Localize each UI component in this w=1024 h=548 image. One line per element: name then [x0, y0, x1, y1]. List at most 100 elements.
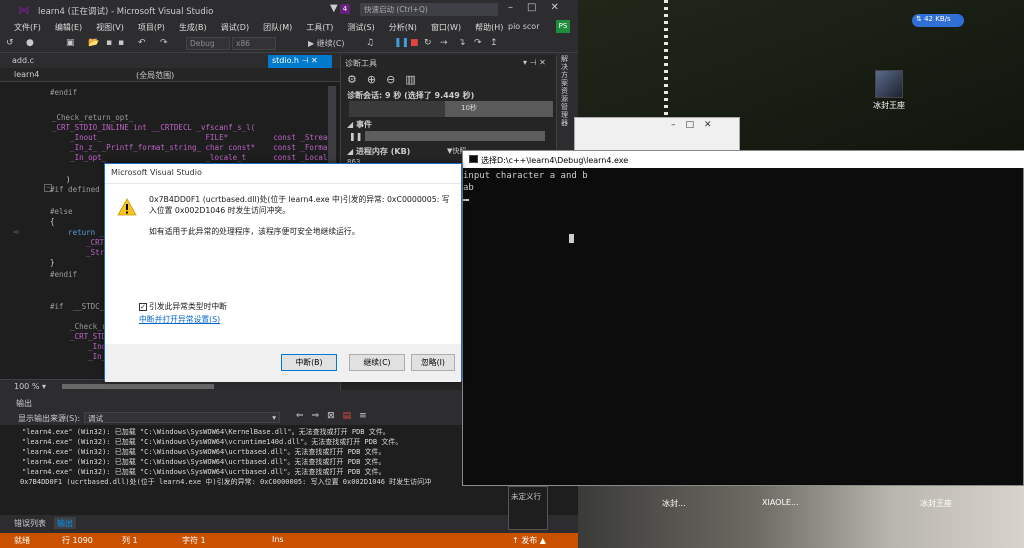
restart-icon[interactable]: ↻: [424, 38, 432, 48]
output-line: 0x7B4DD0F1 (ucrtbased.dll)处(位于 learn4.ex…: [20, 478, 432, 486]
menu-edit[interactable]: 编辑(E): [55, 20, 82, 35]
memory-label: 进程内存 (KB): [355, 147, 411, 156]
open-exception-settings-link[interactable]: 中断并打开异常设置(S): [139, 314, 220, 325]
chart-icon[interactable]: ▥: [405, 73, 425, 86]
tab-error-list[interactable]: 错误列表: [14, 518, 46, 529]
menu-window[interactable]: 窗口(W): [431, 20, 461, 35]
forward-icon[interactable]: ●: [26, 38, 34, 48]
pause-icon[interactable]: ❚❚: [394, 38, 409, 48]
output-source-dropdown[interactable]: 调试 ▾: [84, 412, 280, 423]
bottom-tab-row: 错误列表 输出: [0, 515, 578, 533]
memory-section[interactable]: ◢ 进程内存 (KB): [347, 146, 410, 157]
breakpoints-icon[interactable]: ♫: [366, 38, 374, 48]
menu-view[interactable]: 视图(V): [96, 20, 124, 35]
console-title-bar: 选择D:\c++\learn4\Debug\learn4.exe: [463, 151, 1024, 168]
undo-icon[interactable]: ↶: [138, 38, 146, 48]
break-on-exception-checkbox[interactable]: ✓ 引发此异常类型时中断: [139, 301, 227, 312]
zoom-out-icon[interactable]: ⊖: [386, 73, 405, 86]
menu-project[interactable]: 项目(P): [138, 20, 165, 35]
code-line: _In_z_ _Printf_format_string_ char const…: [52, 143, 337, 152]
tab-stdio-h[interactable]: stdio.h ⊣ ✕: [268, 55, 332, 68]
quick-launch-input[interactable]: 快速启动 (Ctrl+Q): [360, 3, 498, 16]
desktop-icon-warcraft[interactable]: 冰封王座: [866, 70, 912, 111]
config-dropdown[interactable]: Debug: [186, 37, 230, 50]
diag-toolbar: ⚙⊕⊖▥: [347, 73, 426, 86]
tab-output[interactable]: 输出: [54, 517, 76, 529]
network-speed: 42 KB/s: [924, 15, 951, 23]
status-ready: 就绪: [14, 536, 30, 545]
window-controls[interactable]: –□✕: [671, 120, 722, 130]
find-icon[interactable]: ⇐: [296, 411, 312, 421]
output-toolbar: ⇐⇒⊠▤≡: [296, 411, 375, 421]
scope-label: (全局范围): [136, 71, 175, 80]
events-section[interactable]: ◢ 事件: [347, 119, 372, 130]
open-icon[interactable]: 📂: [88, 38, 99, 48]
window-title: learn4 (正在调试) - Microsoft Visual Studio: [38, 7, 214, 17]
menu-file[interactable]: 文件(F): [14, 20, 41, 35]
new-project-icon[interactable]: ▣: [66, 38, 75, 48]
ignore-button[interactable]: 忽略(I): [411, 354, 455, 371]
user-avatar[interactable]: PS: [556, 20, 570, 33]
filter-icon[interactable]: ▼: [330, 3, 338, 14]
stop-icon[interactable]: ■: [410, 38, 419, 48]
prev-icon[interactable]: ⇒: [312, 411, 328, 421]
menu-tools[interactable]: 工具(T): [306, 20, 333, 35]
console-window[interactable]: 选择D:\c++\learn4\Debug\learn4.exe input c…: [462, 150, 1024, 486]
publish-button[interactable]: ↑ 发布 ▲: [512, 535, 546, 546]
settings-icon[interactable]: ⚙: [347, 73, 367, 86]
background-panel: 未定义行: [508, 486, 548, 530]
code-line: #endif: [50, 270, 78, 279]
menu-test[interactable]: 测试(S): [347, 20, 374, 35]
step-into-icon[interactable]: ↴: [458, 38, 466, 48]
menu-team[interactable]: 团队(M): [263, 20, 292, 35]
dialog-title: Microsoft Visual Studio: [111, 168, 202, 177]
panel-controls[interactable]: ▾ ⊣ ✕: [523, 58, 546, 67]
continue-button[interactable]: ▶ 继续(C): [308, 38, 345, 49]
play-icon: ▶: [308, 39, 317, 48]
menu-debug[interactable]: 调试(D): [221, 20, 249, 35]
project-dropdown[interactable]: learn4: [14, 70, 39, 79]
timeline-ruler[interactable]: 10秒: [349, 101, 553, 117]
chevron-down-icon: ▾: [272, 413, 276, 422]
thumb-label: 冰封...: [662, 499, 686, 508]
break-button[interactable]: 中断(B): [281, 354, 337, 371]
menu-build[interactable]: 生成(B): [179, 20, 207, 35]
code-line: _CRT_: [50, 238, 109, 247]
console-body[interactable]: input character a and b ab: [463, 168, 1024, 486]
continue-button[interactable]: 继续(C): [349, 354, 405, 371]
platform-dropdown[interactable]: x86: [232, 37, 276, 50]
editor-horizontal-scrollbar[interactable]: [62, 384, 214, 389]
show-next-icon[interactable]: →: [440, 38, 448, 48]
step-over-icon[interactable]: ↷: [474, 38, 482, 48]
step-out-icon[interactable]: ↥: [490, 38, 498, 48]
save-icon[interactable]: ▪: [106, 38, 112, 48]
scope-dropdown[interactable]: (全局范围): [136, 70, 174, 81]
notification-badge[interactable]: 4: [340, 4, 350, 14]
pin-icon[interactable]: ⊣: [302, 56, 309, 65]
zoom-dropdown[interactable]: 100 % ▾: [14, 382, 46, 391]
code-line: return _: [50, 228, 105, 237]
wrap-icon[interactable]: ≡: [359, 411, 375, 421]
menu-analyze[interactable]: 分析(N): [389, 20, 417, 35]
save-all-icon[interactable]: ▪: [118, 38, 124, 48]
user-name[interactable]: pio scor: [508, 22, 540, 31]
tab-add-c[interactable]: add.c: [12, 56, 34, 65]
window-controls[interactable]: –□✕: [508, 2, 573, 13]
wallpaper-thumbnails: 冰封... XIAOLE... 冰封王座: [576, 484, 1024, 548]
next-icon[interactable]: ⊠: [327, 411, 343, 421]
menu-help[interactable]: 帮助(H): [475, 20, 503, 35]
code-line: _Inou: [52, 342, 111, 351]
close-icon[interactable]: ✕: [311, 56, 318, 65]
code-line: {: [50, 217, 55, 226]
checkbox[interactable]: ✓: [139, 303, 147, 311]
clear-icon[interactable]: ▤: [343, 411, 360, 421]
zoom-value: 100 %: [14, 382, 40, 391]
console-cursor: [463, 199, 469, 201]
checkbox-label: 引发此异常类型时中断: [149, 302, 227, 311]
status-bar: 就绪 行 1090 列 1 字符 1 Ins ↑ 发布 ▲: [0, 533, 578, 548]
zoom-in-icon[interactable]: ⊕: [367, 73, 386, 86]
redo-icon[interactable]: ↷: [160, 38, 168, 48]
code-line: #endif: [50, 88, 78, 97]
thumb-label: XIAOLE...: [762, 498, 799, 507]
back-icon[interactable]: ↺: [6, 38, 14, 48]
